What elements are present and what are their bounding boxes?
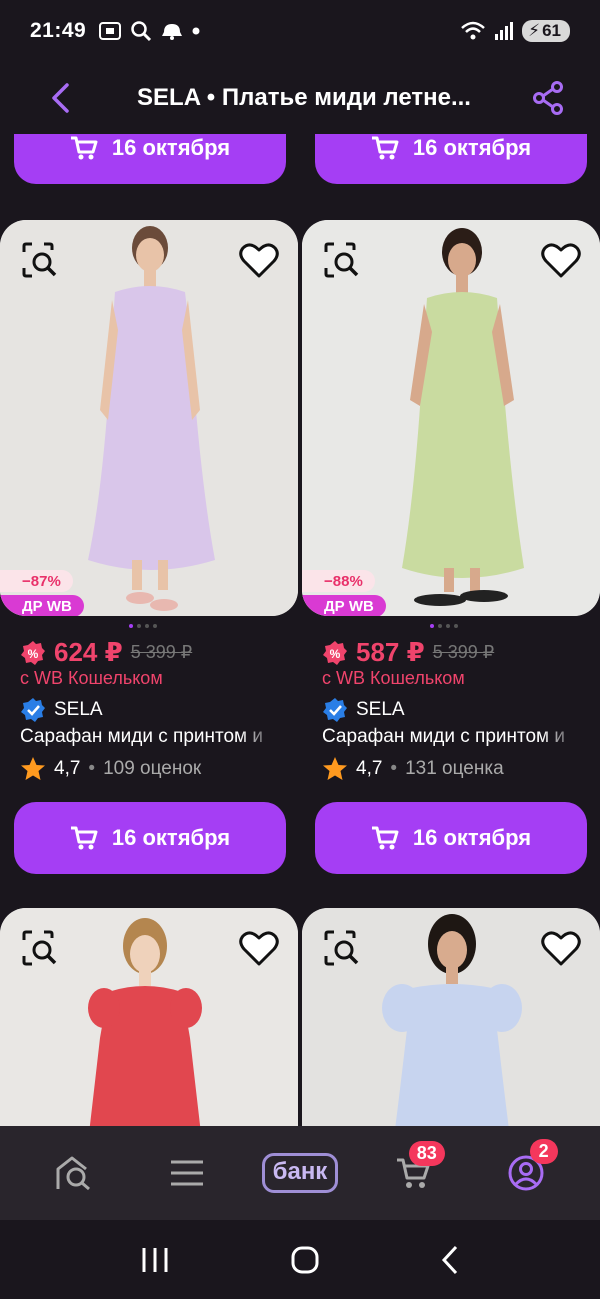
promo-badge: ДР WB <box>302 595 386 616</box>
product-grid: 16 октября 16 октября −87% ДР WB % 624 ₽… <box>0 134 600 1126</box>
visual-search-icon[interactable] <box>20 928 60 968</box>
rating-value: 4,7 <box>54 758 81 779</box>
star-icon <box>323 757 347 780</box>
status-time: 21:49 <box>30 19 87 42</box>
verified-check-icon <box>21 698 45 722</box>
signal-icon <box>495 22 514 40</box>
discount-badge: −88% <box>302 570 375 592</box>
delivery-button[interactable]: 16 октября <box>315 134 587 184</box>
discount-badge: −87% <box>0 570 73 592</box>
svg-text:%: % <box>330 647 341 661</box>
verified-check-icon <box>323 698 347 722</box>
dot-icon <box>192 27 200 35</box>
favorite-heart-icon[interactable] <box>238 240 280 280</box>
discount-tag-icon: % <box>323 640 347 665</box>
home-search-icon <box>56 1156 91 1191</box>
cart-badge: 83 <box>408 1141 445 1166</box>
share-icon <box>533 81 563 115</box>
brand-name[interactable]: SELA <box>356 699 405 721</box>
chevron-left-icon <box>52 83 69 113</box>
image-pager-dots <box>129 624 157 628</box>
image-pager-dots <box>430 624 458 628</box>
product-image[interactable] <box>302 908 600 1126</box>
wallet-note: с WB Кошельком <box>20 668 163 688</box>
bank-label: банк <box>261 1153 339 1193</box>
cart-icon <box>371 826 399 850</box>
price-row: % 587 ₽ 5 399 ₽ <box>322 637 494 668</box>
visual-search-icon[interactable] <box>20 240 60 280</box>
old-price: 5 399 ₽ <box>432 642 495 662</box>
separator-dot: • <box>390 758 398 779</box>
bolt-icon: ⚡ <box>528 21 541 40</box>
delivery-button[interactable]: 16 октября <box>315 802 587 874</box>
svg-text:%: % <box>28 647 39 661</box>
wallet-note: с WB Кошельком <box>322 668 465 688</box>
cart-icon <box>70 136 98 160</box>
back-icon[interactable] <box>440 1245 460 1275</box>
page-title: SELA • Платье миди летне... <box>137 84 471 111</box>
visual-search-icon[interactable] <box>322 240 362 280</box>
product-name[interactable]: Сарафан миди с принтом и <box>20 726 278 748</box>
recent-apps-icon[interactable] <box>140 1246 170 1274</box>
brand-row: SELA <box>20 697 103 723</box>
product-image[interactable] <box>0 908 298 1126</box>
cart-icon <box>371 136 399 160</box>
price: 587 ₽ <box>356 637 425 667</box>
reviews-count: 131 оценка <box>405 758 504 779</box>
favorite-heart-icon[interactable] <box>238 928 280 968</box>
nav-home[interactable] <box>34 1143 114 1203</box>
star-icon <box>21 757 45 780</box>
nav-catalog[interactable] <box>147 1143 227 1203</box>
system-navigation <box>0 1220 600 1299</box>
nav-bank[interactable]: банк <box>260 1143 340 1203</box>
delivery-button[interactable]: 16 октября <box>14 802 286 874</box>
wifi-icon <box>461 21 485 40</box>
home-icon[interactable] <box>290 1245 320 1275</box>
app-icon <box>162 24 183 40</box>
old-price: 5 399 ₽ <box>130 642 193 662</box>
screenshot-icon <box>99 22 122 40</box>
rating-row: 4,7 • 131 оценка <box>322 756 504 782</box>
favorite-heart-icon[interactable] <box>540 928 582 968</box>
nav-cart[interactable]: 83 <box>373 1141 453 1203</box>
price-row: % 624 ₽ 5 399 ₽ <box>20 637 192 668</box>
reviews-count: 109 оценок <box>103 758 202 779</box>
menu-icon <box>171 1160 204 1186</box>
brand-name[interactable]: SELA <box>54 699 103 721</box>
status-bar: 21:49 ⚡ 61 <box>0 0 600 62</box>
rating-row: 4,7 • 109 оценок <box>20 756 201 782</box>
status-right: ⚡ 61 <box>460 20 570 42</box>
battery-indicator: ⚡ 61 <box>522 20 570 42</box>
brand-row: SELA <box>322 697 405 723</box>
product-image[interactable]: −88% ДР WB <box>302 220 600 616</box>
search-icon <box>131 21 152 42</box>
product-name[interactable]: Сарафан миди с принтом и <box>322 726 580 748</box>
separator-dot: • <box>88 758 96 779</box>
share-button[interactable] <box>518 68 578 128</box>
nav-profile[interactable]: 2 <box>486 1139 566 1203</box>
favorite-heart-icon[interactable] <box>540 240 582 280</box>
price: 624 ₽ <box>54 637 123 667</box>
promo-badge: ДР WB <box>0 595 84 616</box>
rating-value: 4,7 <box>356 758 383 779</box>
visual-search-icon[interactable] <box>322 928 362 968</box>
cart-icon <box>70 826 98 850</box>
notification-icons <box>98 20 200 42</box>
profile-badge: 2 <box>529 1139 558 1164</box>
discount-tag-icon: % <box>21 640 45 665</box>
delivery-button[interactable]: 16 октября <box>14 134 286 184</box>
app-header: SELA • Платье миди летне... <box>0 62 600 134</box>
bottom-navigation: банк 83 2 <box>0 1126 600 1220</box>
back-button[interactable] <box>30 68 90 128</box>
product-image[interactable]: −87% ДР WB <box>0 220 298 616</box>
